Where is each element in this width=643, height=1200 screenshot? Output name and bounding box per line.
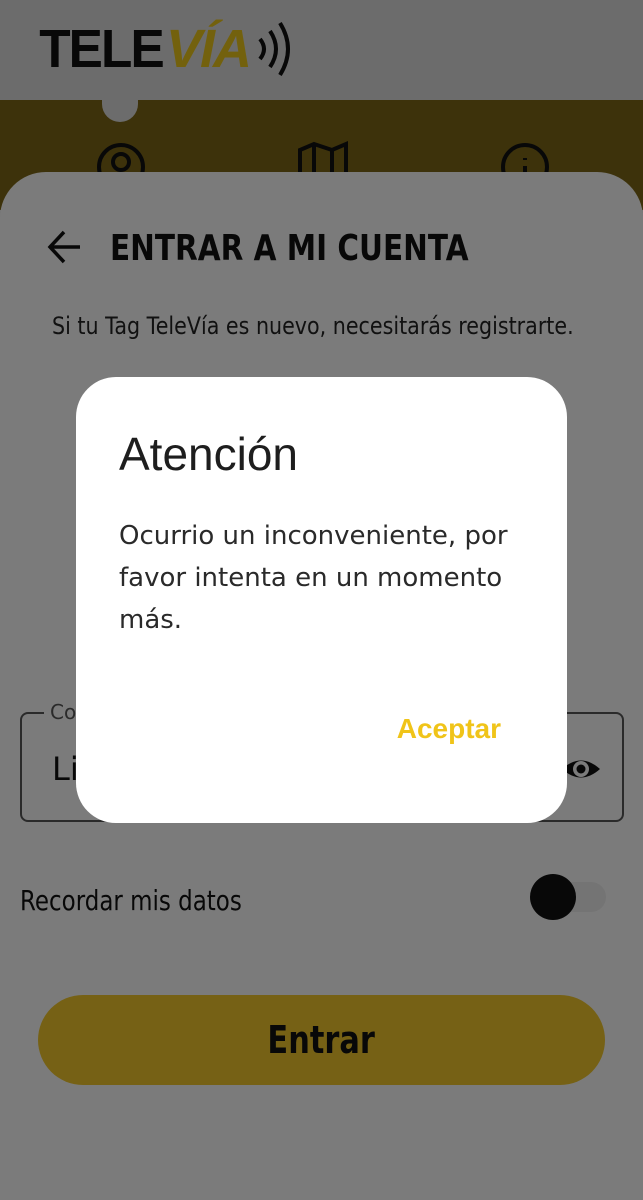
accept-button[interactable]: Aceptar (397, 713, 501, 745)
alert-dialog: Atención Ocurrio un inconveniente, por f… (76, 377, 567, 823)
dialog-title: Atención (119, 428, 299, 480)
dialog-message: Ocurrio un inconveniente, por favor inte… (119, 521, 508, 635)
